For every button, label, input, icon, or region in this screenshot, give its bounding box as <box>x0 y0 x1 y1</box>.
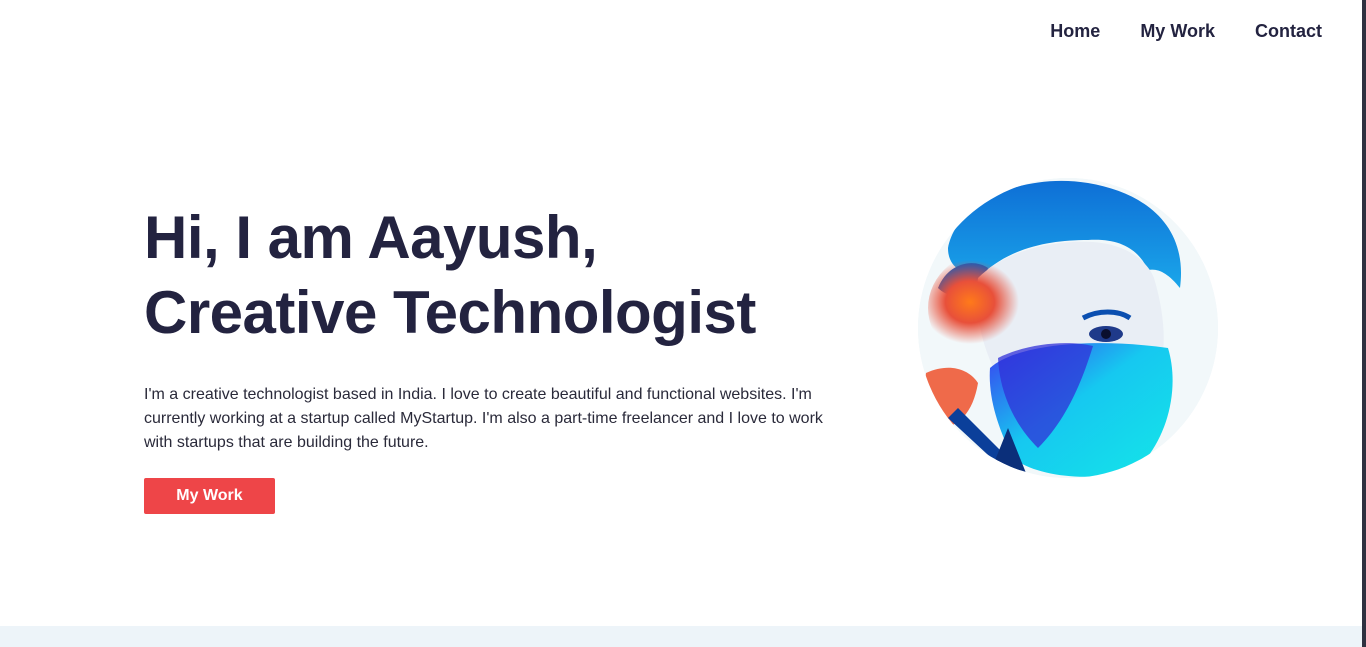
my-work-button[interactable]: My Work <box>144 478 275 514</box>
profile-photo-illustration <box>918 178 1218 478</box>
nav-home-link[interactable]: Home <box>1050 19 1100 43</box>
top-nav: Home My Work Contact <box>1050 19 1322 43</box>
page: Home My Work Contact Hi, I am Aayush, Cr… <box>0 0 1366 647</box>
scrollbar-edge <box>1362 0 1366 647</box>
avatar <box>918 178 1218 478</box>
next-section-band <box>0 626 1362 647</box>
hero-headline: Hi, I am Aayush, Creative Technologist <box>144 200 844 350</box>
nav-my-work-link[interactable]: My Work <box>1140 19 1215 43</box>
hero-section: Hi, I am Aayush, Creative Technologist I… <box>144 200 844 455</box>
headline-line-1: Hi, I am Aayush, <box>144 204 598 271</box>
hero-bio: I'm a creative technologist based in Ind… <box>144 386 823 451</box>
nav-contact-link[interactable]: Contact <box>1255 19 1322 43</box>
headline-line-2: Creative Technologist <box>144 279 756 346</box>
